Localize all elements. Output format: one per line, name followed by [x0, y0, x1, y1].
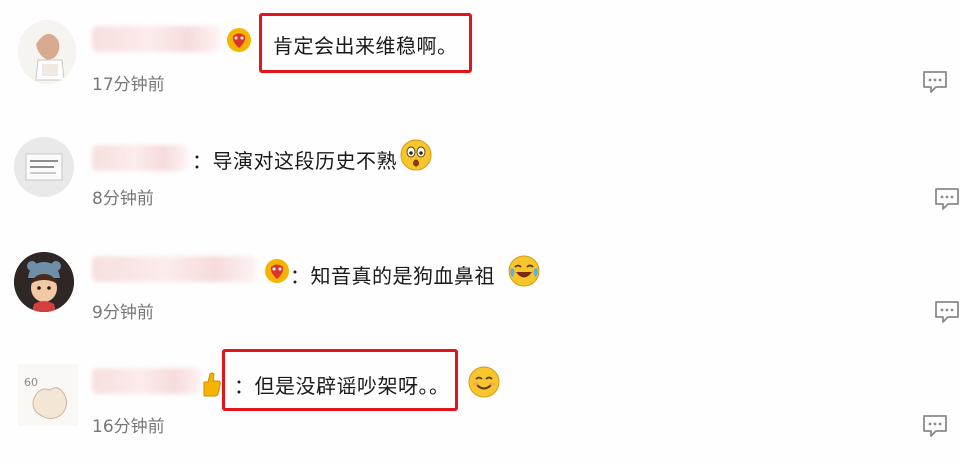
username-blurred[interactable]	[92, 256, 257, 282]
comment-time: 16分钟前	[92, 417, 165, 437]
surprised-emoji-icon	[400, 139, 432, 171]
comment-item-1: 肯定会出来维稳啊。 17分钟前	[0, 0, 960, 110]
fan-badge-icon	[264, 258, 290, 284]
reply-comment-icon[interactable]	[934, 187, 960, 211]
username-blurred[interactable]	[92, 26, 220, 52]
comment-text: ：但是没辟谣吵架呀。。	[234, 374, 450, 398]
comment-text: ：知音真的是狗血鼻祖	[290, 264, 495, 288]
reply-comment-icon[interactable]	[922, 414, 948, 438]
username-blurred[interactable]	[92, 368, 202, 394]
avatar[interactable]	[14, 252, 74, 312]
comment-list: 肯定会出来维稳啊。 17分钟前 ：导演对这段历史不熟 8分钟前 ：知音真的是狗血…	[0, 0, 960, 462]
comment-time: 17分钟前	[92, 75, 165, 95]
comment-item-2: ：导演对这段历史不熟 8分钟前	[0, 115, 960, 225]
comment-time: 8分钟前	[92, 189, 154, 209]
reply-comment-icon[interactable]	[934, 300, 960, 324]
reply-comment-icon[interactable]	[922, 70, 948, 94]
avatar[interactable]	[14, 137, 74, 197]
username-blurred[interactable]	[92, 145, 188, 171]
comment-time: 9分钟前	[92, 303, 154, 323]
smiling-emoji-icon	[468, 366, 500, 398]
fan-badge-icon	[226, 27, 252, 53]
comment-text: 肯定会出来维稳啊。	[273, 34, 458, 58]
comment-item-3: ：知音真的是狗血鼻祖 9分钟前	[0, 230, 960, 340]
laughing-crying-emoji-icon	[508, 255, 540, 287]
comment-text: ：导演对这段历史不熟	[192, 149, 397, 173]
svg-text:60: 60	[24, 376, 38, 389]
comment-item-4: 60 ：但是没辟谣吵架呀。。 16分钟前	[0, 344, 960, 454]
avatar[interactable]	[18, 20, 76, 84]
thumbs-up-icon	[200, 370, 222, 398]
avatar[interactable]: 60	[18, 364, 78, 426]
